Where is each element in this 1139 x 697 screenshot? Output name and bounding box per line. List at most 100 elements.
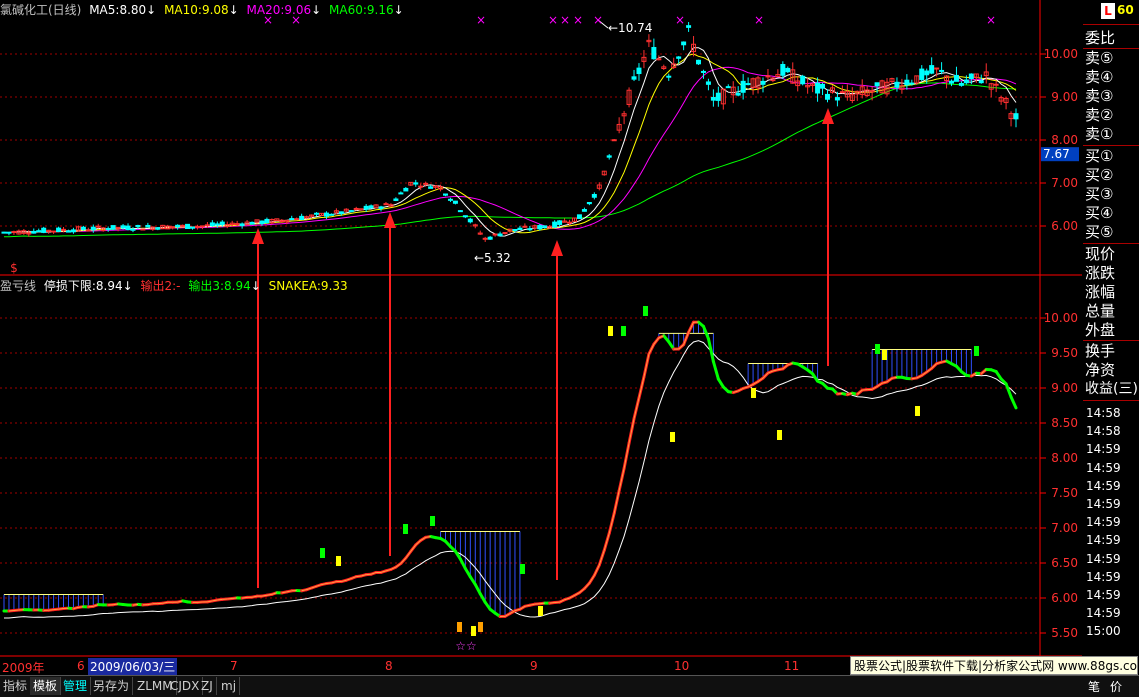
price-tick-label: 9.00 [1051, 90, 1078, 104]
snake-segment [703, 326, 708, 338]
candle-body [687, 26, 691, 28]
indicator-tick-label: 9.50 [1051, 346, 1078, 360]
signal-x-marker: × [476, 13, 486, 27]
indicator-tick-label: 6.50 [1051, 556, 1078, 570]
candle-body [801, 76, 805, 83]
candle-body [667, 76, 671, 77]
candle-body [994, 84, 998, 85]
buy5-label: 买⑤ [1085, 222, 1113, 242]
tick-time: 14:59 [1086, 604, 1121, 622]
candle-body [925, 71, 929, 75]
candle-body [7, 232, 11, 233]
candle-body [582, 210, 586, 212]
candle-body [701, 71, 705, 72]
candle-body [96, 226, 100, 227]
tab-template[interactable]: 模板 [30, 677, 61, 695]
candle-body [746, 84, 750, 85]
candle-body [399, 193, 403, 194]
ma5-label: MA5:8.80 [89, 3, 146, 17]
chart-area[interactable]: 10.009.008.007.006.0010.009.509.008.508.… [0, 0, 1082, 672]
buy1-label: 买① [1085, 146, 1113, 166]
weibi-label: 委比 [1085, 28, 1115, 48]
current-price-label: 7.67 [1043, 147, 1070, 161]
tick-time: 14:59 [1086, 459, 1121, 477]
candle-body [91, 227, 95, 230]
snake-core [356, 576, 361, 577]
tab-manage[interactable]: 管理 [60, 677, 91, 695]
candle-body [295, 219, 299, 220]
tick-time: 14:59 [1086, 440, 1121, 458]
snake-core [54, 609, 59, 610]
signal-x-marker: × [560, 13, 570, 27]
candle-body [538, 226, 542, 229]
candle-body [349, 211, 353, 212]
signal-arrow-head [384, 212, 396, 228]
candle-body [677, 57, 681, 58]
price-col-label: 价 [1110, 678, 1122, 695]
candle-body [587, 202, 591, 203]
volume-marker [336, 556, 341, 566]
candle-body [895, 82, 899, 87]
watermark-link[interactable]: 股票公式|股票软件下载|分析家公式网 www.88gs.com [850, 656, 1138, 675]
snake-core [326, 583, 331, 584]
price-tick-label: 6.00 [1051, 219, 1078, 233]
candle-body [607, 156, 611, 157]
bottom-toolbar: 指标 模板 管理 另存为 ZLMM CJDX ZJ mj 笔 价 [0, 675, 1139, 697]
tab-zj[interactable]: ZJ [198, 677, 217, 695]
candle-body [910, 83, 914, 84]
ma5-arrow: ↓ [146, 3, 156, 17]
candle-body [136, 225, 140, 226]
tab-mj[interactable]: mj [218, 677, 240, 695]
candle-body [498, 234, 502, 236]
tab-indicator[interactable]: 指标 [0, 677, 31, 695]
candle-body [954, 75, 958, 81]
sell4-label: 卖④ [1085, 67, 1113, 87]
tick-time: 14:59 [1086, 550, 1121, 568]
period-badge: 60 [1117, 3, 1134, 17]
tab-saveas[interactable]: 另存为 [90, 677, 133, 695]
tick-time: 15:00 [1086, 622, 1121, 640]
candle-body [930, 66, 934, 74]
snake-core [689, 322, 694, 332]
candle-body [2, 232, 6, 233]
snake-core [639, 377, 644, 398]
candle-body [612, 140, 616, 141]
candle-body [156, 228, 160, 230]
candle-body [726, 87, 730, 88]
candle-body [12, 232, 16, 233]
tick-time: 14:59 [1086, 477, 1121, 495]
candle-body [57, 228, 61, 231]
volume-marker [430, 516, 435, 526]
candle-body [468, 219, 472, 222]
ma5-line [4, 48, 1016, 236]
candle-body [488, 237, 492, 239]
outer-label: 外盘 [1085, 320, 1115, 340]
stock-name: 氯碱化工(日线) [0, 3, 81, 17]
sell2-label: 卖② [1085, 105, 1113, 125]
candle-body [697, 60, 701, 64]
cursor-date[interactable]: 2009/06/03/三 [88, 658, 177, 675]
tick-time: 14:59 [1086, 586, 1121, 604]
tick-time: 14:59 [1086, 568, 1121, 586]
signal-x-marker: × [593, 13, 603, 27]
candle-body [875, 83, 879, 86]
candle-body [250, 222, 254, 224]
candle-body [414, 183, 418, 184]
volume-marker [882, 350, 887, 360]
output3-label: 输出3:8.94 [188, 279, 250, 293]
candle-body [558, 221, 562, 225]
price-tick-label: 8.00 [1051, 133, 1078, 147]
candle-body [200, 226, 204, 227]
candle-body [493, 234, 497, 235]
candle-body [131, 229, 135, 230]
volume-marker [520, 564, 525, 574]
snake-segment [713, 361, 718, 379]
stop-loss-label: 停损下限:8.94 [44, 279, 123, 293]
candle-body [354, 208, 358, 209]
volume-marker [538, 606, 543, 616]
candle-body [111, 226, 115, 230]
snake-segment [1011, 397, 1016, 408]
candle-body [711, 98, 715, 101]
candle-body [736, 93, 740, 95]
price-legend: 氯碱化工(日线) MA5:8.80↓ MA10:9.08↓ MA20:9.06↓… [0, 1, 408, 17]
